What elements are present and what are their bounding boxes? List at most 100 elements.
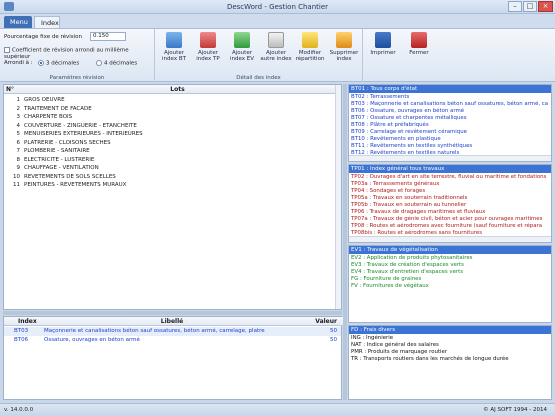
lot-label: PLOMBERIE - SANITAIRE: [24, 148, 90, 154]
add-autre-icon: [268, 32, 284, 48]
modifier-repartition-button[interactable]: Modifier répartition: [293, 32, 327, 68]
minimize-icon[interactable]: –: [508, 1, 522, 12]
vertical-splitter[interactable]: [343, 84, 347, 400]
lot-number: 2: [16, 105, 21, 112]
lot-row[interactable]: 3 CHARPENTE BOIS: [4, 113, 334, 122]
opt3-label: 3 décimales: [46, 60, 80, 67]
lot-number: 7: [16, 148, 21, 154]
add-tp-icon: [200, 32, 216, 48]
group-label: Paramètres révision: [49, 75, 105, 81]
radio-4-decimales[interactable]: 4 décimales: [96, 60, 137, 67]
btn-label: Fermer: [409, 50, 429, 56]
fermer-button[interactable]: Fermer: [402, 32, 436, 68]
btn-label: Imprimer: [370, 50, 396, 56]
lot-row[interactable]: 11 PEINTURES - REVETEMENTS MURAUX: [4, 181, 334, 190]
lot-row[interactable]: 1 GROS OEUVRE: [4, 96, 334, 105]
autres-header-row[interactable]: FD : Frais divers: [349, 326, 551, 334]
group-parametres-revision: Pourcentage fixe de révision 0.150 Coeff…: [0, 29, 155, 82]
lot-label: CHARPENTE BOIS: [24, 114, 73, 120]
opt4-label: 4 décimales: [104, 60, 138, 67]
pct-label: Pourcentage fixe de révision: [4, 34, 83, 40]
lots-scrollbar[interactable]: [335, 85, 341, 309]
lot-number: 8: [16, 156, 21, 163]
title-bar: DescWord - Gestion Chantier – □ ×: [0, 0, 555, 14]
window-title: DescWord - Gestion Chantier: [226, 3, 329, 11]
lot-number: 6: [16, 139, 21, 146]
lot-number: 5: [16, 131, 21, 137]
group-label: Détail des index: [236, 75, 281, 81]
lot-label: PLATRERIE - CLOISONS SECHES: [24, 139, 111, 146]
selected-index-panel: Index Libellé Valeur BT03 Maçonnerie et c…: [3, 316, 343, 400]
status-bar: v. 14.0.0.0 © AJ SOFT 1994 - 2014: [0, 403, 555, 416]
col-n: N°: [4, 85, 20, 94]
lot-label: PEINTURES - REVETEMENTS MURAUX: [24, 182, 127, 188]
ev-header-row[interactable]: EV1 : Travaux de végétalisation: [349, 246, 551, 254]
radio-3-decimales[interactable]: 3 décimales: [38, 60, 79, 67]
lot-row[interactable]: 4 COUVERTURE - ZINGUERIE - ETANCHEITE: [4, 122, 334, 131]
supprimer-index-button[interactable]: Supprimer index: [327, 32, 361, 68]
selected-index-row[interactable]: BT06 Ossature, ouvrages en béton armé 50: [4, 336, 341, 345]
lot-label: GROS OEUVRE: [24, 97, 65, 103]
tab-index[interactable]: Index: [34, 16, 60, 28]
row-valeur: 50: [330, 328, 337, 334]
lot-number: 4: [16, 122, 21, 129]
coef-label: Coefficient de révision arrondi au milli…: [4, 47, 129, 60]
lot-row[interactable]: 7 PLOMBERIE - SANITAIRE: [4, 147, 334, 156]
add-bt-icon: [166, 32, 182, 48]
version-text: v. 14.0.0.0: [4, 407, 34, 413]
coef-checkbox[interactable]: Coefficient de révision arrondi au milli…: [4, 47, 154, 60]
copyright-text: © AJ SOFT 1994 - 2014: [483, 407, 547, 413]
group-detail-index: Ajouter index BT Ajouter index TP Ajoute…: [155, 29, 363, 82]
add-index-tp-button[interactable]: Ajouter index TP: [191, 32, 225, 68]
row-index: BT06: [14, 336, 29, 343]
lot-number: 9: [16, 165, 21, 171]
col-valeur: Valeur: [304, 317, 343, 326]
autres-index-item[interactable]: TR : Transports routiers dans les marché…: [349, 355, 551, 363]
lot-row[interactable]: 2 TRAITEMENT DE FACADE: [4, 105, 334, 114]
lot-label: MENUISERIES EXTERIEURES - INTERIEURES: [24, 131, 143, 137]
row-index: BT03: [14, 328, 29, 334]
row-libelle: Ossature, ouvrages en béton armé: [44, 336, 140, 343]
tp-header-row[interactable]: TP01 : Index général tous travaux: [349, 165, 551, 173]
btn-label: Ajouter index TP: [196, 50, 220, 62]
ev-index-list: EV1 : Travaux de végétalisation EV2 : Ap…: [348, 245, 552, 323]
add-autre-index-button[interactable]: Ajouter autre index: [259, 32, 293, 68]
lot-number: 3: [16, 114, 21, 120]
checkbox-icon: [4, 47, 10, 53]
lot-label: ELECTRICITE - LUSTRERIE: [24, 156, 95, 163]
horizontal-splitter[interactable]: [3, 311, 342, 315]
lot-row[interactable]: 6 PLATRERIE - CLOISONS SECHES: [4, 139, 334, 148]
col-lots: Lots: [20, 85, 335, 94]
bt-scrollbar[interactable]: [349, 155, 551, 161]
row-libelle: Maçonnerie et canalisations béton sauf o…: [44, 328, 265, 334]
lot-label: TRAITEMENT DE FACADE: [24, 105, 92, 112]
tp-index-list: TP01 : Index général tous travaux TP02 :…: [348, 164, 552, 243]
bt-header-row[interactable]: BT01 : Tous corps d'état: [349, 85, 551, 93]
maximize-icon[interactable]: □: [523, 1, 537, 12]
close-icon[interactable]: ×: [538, 1, 553, 12]
ev-index-item[interactable]: FV : Fournitures de végétaux: [349, 282, 551, 290]
ribbon: Pourcentage fixe de révision 0.150 Coeff…: [0, 28, 555, 82]
lot-row[interactable]: 8 ELECTRICITE - LUSTRERIE: [4, 156, 334, 165]
radio-selected-icon: [38, 60, 44, 66]
col-index: Index: [4, 317, 40, 326]
tp-scrollbar[interactable]: [349, 236, 551, 242]
tab-menu[interactable]: Menu: [4, 16, 32, 28]
imprimer-button[interactable]: Imprimer: [366, 32, 400, 68]
lot-row[interactable]: 5 MENUISERIES EXTERIEURES - INTERIEURES: [4, 130, 334, 139]
add-ev-icon: [234, 32, 250, 48]
round-label: Arrondi à :: [4, 60, 33, 66]
pct-input[interactable]: 0.150: [90, 32, 126, 41]
btn-label: Ajouter autre index: [260, 50, 292, 62]
lot-number: 11: [13, 182, 20, 188]
lots-panel: N° Lots 1 GROS OEUVRE 2 TRAITEMENT DE FACAD…: [3, 84, 342, 310]
btn-label: Ajouter index BT: [162, 50, 186, 62]
selected-index-row[interactable]: BT03 Maçonnerie et canalisations béton sa…: [4, 327, 341, 336]
lot-row[interactable]: 9 CHAUFFAGE - VENTILATION: [4, 164, 334, 173]
exit-icon: [411, 32, 427, 48]
add-index-bt-button[interactable]: Ajouter index BT: [157, 32, 191, 68]
add-index-ev-button[interactable]: Ajouter index EV: [225, 32, 259, 68]
lot-label: COUVERTURE - ZINGUERIE - ETANCHEITE: [24, 122, 137, 129]
edit-icon: [302, 32, 318, 48]
lot-row[interactable]: 10 REVETEMENTS DE SOLS SCELLES: [4, 173, 334, 182]
